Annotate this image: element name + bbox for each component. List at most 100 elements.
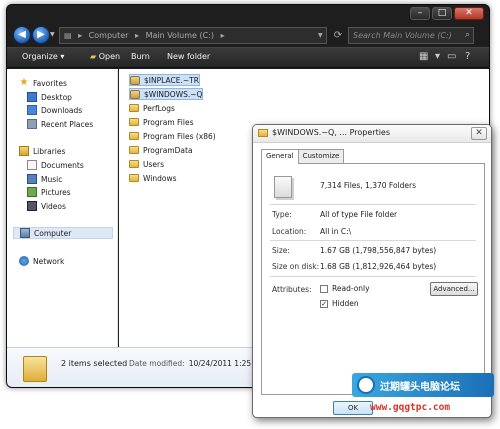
breadcrumb-computer[interactable]: Computer	[89, 31, 129, 40]
file-name: Windows	[143, 173, 177, 183]
list-item[interactable]: Program Files	[129, 116, 194, 128]
recent-places-icon	[27, 119, 37, 129]
readonly-checkbox[interactable]: Read-only	[320, 284, 370, 293]
back-button[interactable]: ◀	[13, 26, 31, 44]
folder-icon	[129, 174, 139, 182]
view-dropdown-icon[interactable]: ▾	[435, 51, 440, 62]
documents-icon	[27, 160, 37, 170]
list-item[interactable]: PerfLogs	[129, 102, 175, 114]
forward-button[interactable]: ▶	[32, 26, 50, 44]
sidebar-item-pictures[interactable]: Pictures	[27, 186, 71, 198]
minimize-button[interactable]: –	[410, 7, 430, 20]
breadcrumb-separator[interactable]: ▸	[78, 31, 82, 40]
checkbox-box[interactable]	[320, 284, 328, 293]
computer-icon	[20, 228, 30, 238]
folder-icon	[129, 160, 139, 168]
pictures-icon	[27, 187, 37, 197]
location-label: Location:	[272, 227, 307, 236]
sidebar-item-network[interactable]: Network	[19, 255, 64, 267]
sidebar-label: Favorites	[33, 78, 67, 88]
close-button[interactable]: ✕	[454, 7, 484, 20]
list-item[interactable]: $WINDOWS.~Q	[129, 88, 204, 100]
address-computer-icon: ▤	[64, 31, 72, 40]
sidebar-label: Documents	[41, 160, 84, 170]
hidden-checkbox[interactable]: ✓ Hidden	[320, 299, 359, 308]
sidebar-label: Libraries	[33, 146, 66, 156]
recent-pages-chevron-icon[interactable]: ▼	[50, 31, 55, 38]
refresh-icon[interactable]: ⟳	[331, 28, 345, 43]
breadcrumb-separator[interactable]: ▸	[221, 31, 225, 40]
divider	[270, 276, 476, 277]
watermark-banner: 过期罐头电脑论坛	[352, 373, 494, 397]
star-icon: ★	[19, 77, 29, 88]
sidebar-item-videos[interactable]: Videos	[27, 200, 66, 212]
sidebar-item-libraries[interactable]: Libraries	[19, 145, 65, 157]
navigation-bar: ◀ ▶ ▼ ▤ ▸ Computer ▸ Main Volume (C:) ▸ …	[7, 25, 489, 47]
advanced-button[interactable]: Advanced...	[430, 282, 478, 296]
sidebar-item-documents[interactable]: Documents	[27, 159, 84, 171]
sidebar-item-favorites[interactable]: ★ Favorites	[19, 77, 67, 89]
network-icon	[19, 256, 29, 266]
list-item[interactable]: $INPLACE.~TR	[129, 74, 200, 86]
explorer-titlebar[interactable]: – □ ✕	[7, 5, 489, 25]
sidebar-label: Computer	[34, 228, 72, 238]
divider	[270, 240, 476, 241]
list-item[interactable]: ProgramData	[129, 144, 193, 156]
watermark-text: 过期罐头电脑论坛	[380, 382, 460, 393]
tab-general[interactable]: General	[261, 149, 299, 164]
open-label: Open	[98, 52, 121, 61]
sidebar-item-downloads[interactable]: Downloads	[27, 104, 82, 116]
view-options-icon[interactable]: ▦	[419, 51, 428, 62]
file-name: PerfLogs	[143, 103, 175, 113]
libraries-icon	[19, 146, 29, 156]
folder-icon	[129, 132, 139, 140]
preview-pane-icon[interactable]: ▭	[447, 51, 456, 62]
close-button[interactable]: ✕	[471, 127, 487, 140]
locked-folder-icon	[130, 75, 140, 85]
new-folder-button[interactable]: New folder	[167, 52, 210, 61]
folder-icon	[258, 129, 268, 137]
list-item[interactable]: Program Files (x86)	[129, 130, 216, 142]
search-placeholder: Search Main Volume (C:)	[353, 31, 452, 40]
watermark-url: www.gqgtpc.com	[370, 402, 451, 413]
help-icon[interactable]: ?	[465, 51, 470, 62]
videos-icon	[27, 201, 37, 211]
multiple-files-icon	[274, 176, 292, 198]
sidebar-label: Music	[41, 174, 63, 184]
sidebar-label: Network	[33, 256, 65, 266]
readonly-label: Read-only	[332, 284, 370, 293]
sidebar-item-music[interactable]: Music	[27, 173, 62, 185]
sidebar-item-desktop[interactable]: Desktop	[27, 91, 72, 103]
command-bar: Organize ▾ ▰ Open Burn New folder ▦ ▾ ▭ …	[7, 47, 489, 68]
locked-folder-icon	[130, 89, 140, 99]
burn-button[interactable]: Burn	[131, 52, 150, 61]
type-label: Type:	[272, 210, 292, 219]
search-icon[interactable]: ⌕	[465, 28, 470, 43]
hidden-label: Hidden	[332, 299, 359, 308]
sidebar-item-recent-places[interactable]: Recent Places	[27, 118, 93, 130]
sidebar-label: Pictures	[41, 187, 71, 197]
size-on-disk-value: 1.68 GB (1,812,926,464 bytes)	[320, 262, 437, 271]
search-input[interactable]: Search Main Volume (C:) ⌕	[348, 27, 474, 44]
size-on-disk-label: Size on disk:	[272, 262, 320, 271]
breadcrumb-separator[interactable]: ▸	[135, 31, 139, 40]
breadcrumb-main-volume[interactable]: Main Volume (C:)	[146, 31, 214, 40]
properties-titlebar[interactable]: $WINDOWS.~Q, ... Properties ✕	[253, 125, 491, 143]
divider	[270, 204, 476, 205]
checkbox-checked-icon[interactable]: ✓	[320, 299, 328, 308]
maximize-button[interactable]: □	[432, 7, 452, 20]
site-watermark: 过期罐头电脑论坛 www.gqgtpc.com	[352, 373, 494, 423]
list-item[interactable]: Users	[129, 158, 164, 170]
folder-icon	[129, 118, 139, 126]
sidebar-label: Downloads	[41, 105, 83, 115]
open-button[interactable]: ▰ Open	[90, 52, 120, 61]
file-name: Program Files	[143, 117, 194, 127]
organize-button[interactable]: Organize ▾	[22, 52, 64, 61]
file-name: Program Files (x86)	[143, 131, 216, 141]
folder-icon	[129, 146, 139, 154]
list-item[interactable]: Windows	[129, 172, 176, 184]
sidebar-item-computer[interactable]: Computer	[13, 227, 113, 239]
address-bar[interactable]: ▤ ▸ Computer ▸ Main Volume (C:) ▸	[59, 27, 327, 44]
address-dropdown-icon[interactable]: ▼	[318, 32, 323, 39]
tab-customize[interactable]: Customize	[297, 149, 345, 163]
